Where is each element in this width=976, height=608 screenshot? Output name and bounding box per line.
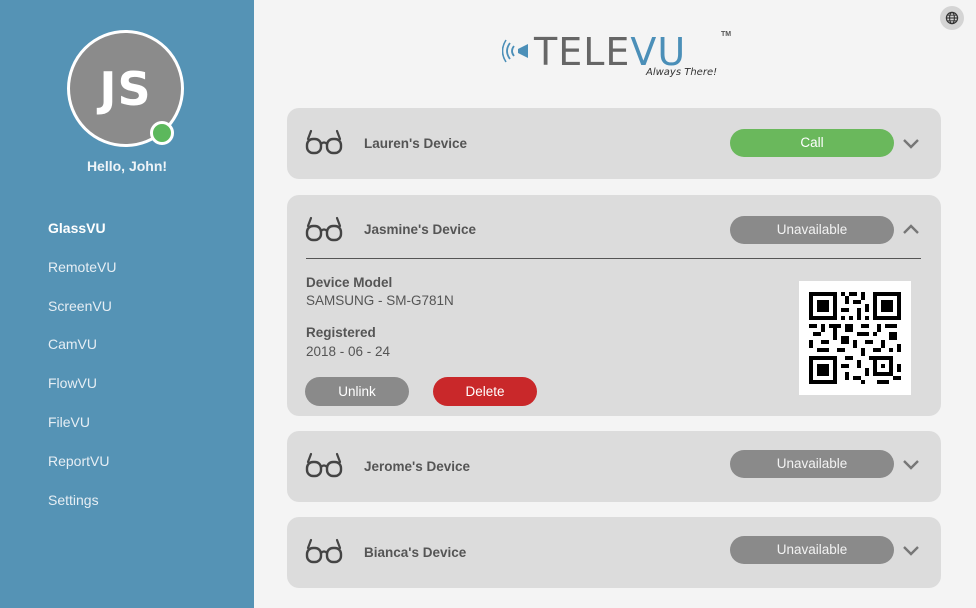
qr-code [799, 281, 911, 395]
device-card-header[interactable]: Jasmine's Device Unavailable [287, 195, 941, 266]
device-card: Bianca's Device Unavailable [287, 517, 941, 588]
device-name: Jerome's Device [364, 459, 471, 474]
device-card: Jerome's Device Unavailable [287, 431, 941, 502]
language-button[interactable] [940, 6, 964, 30]
sidebar-nav: GlassVU RemoteVU ScreenVU CamVU FlowVU F… [48, 219, 116, 529]
device-card-header[interactable]: Jerome's Device Unavailable [287, 431, 941, 502]
device-details: Device Model SAMSUNG - SM-G781N Register… [287, 258, 941, 421]
greeting-text: Hello, John! [86, 158, 168, 174]
call-button[interactable]: Call [730, 129, 894, 157]
device-card: Lauren's Device Call [287, 108, 941, 179]
glasses-icon [305, 216, 343, 242]
speaker-waves-icon [502, 39, 528, 63]
televu-logo: TELEVU TM Always There! [502, 30, 742, 82]
sidebar-item-settings[interactable]: Settings [48, 491, 116, 530]
logo-trademark: TM [721, 31, 732, 38]
logo-tagline: Always There! [646, 67, 718, 78]
avatar-initials: JS [99, 61, 152, 116]
unavailable-button[interactable]: Unavailable [730, 216, 894, 244]
glasses-icon [305, 452, 343, 478]
device-card-header[interactable]: Bianca's Device Unavailable [287, 517, 941, 588]
registered-label: Registered [306, 325, 376, 340]
sidebar-item-glassvu[interactable]: GlassVU [48, 219, 116, 258]
online-status-indicator [150, 121, 174, 145]
sidebar-item-screenvu[interactable]: ScreenVU [48, 297, 116, 336]
sidebar-item-remotevu[interactable]: RemoteVU [48, 258, 116, 297]
chevron-down-icon[interactable] [901, 455, 921, 475]
chevron-up-icon[interactable] [901, 219, 921, 239]
chevron-down-icon[interactable] [901, 541, 921, 561]
unlink-button[interactable]: Unlink [305, 377, 409, 406]
glasses-icon [305, 129, 343, 155]
sidebar-item-camvu[interactable]: CamVU [48, 335, 116, 374]
device-name: Lauren's Device [364, 136, 468, 151]
globe-icon [945, 11, 959, 25]
device-name: Bianca's Device [364, 545, 467, 560]
chevron-down-icon[interactable] [901, 134, 921, 154]
device-model-value: SAMSUNG - SM-G781N [306, 293, 454, 308]
delete-button[interactable]: Delete [433, 377, 537, 406]
registered-value: 2018 - 06 - 24 [306, 344, 391, 359]
device-model-label: Device Model [306, 275, 393, 290]
sidebar: JS Hello, John! GlassVU RemoteVU ScreenV… [0, 0, 254, 608]
logo-tele: TELE [534, 30, 631, 74]
divider [306, 258, 921, 259]
device-card-expanded: Jasmine's Device Unavailable Device Mode… [287, 195, 941, 416]
device-name: Jasmine's Device [364, 222, 477, 237]
device-card-header[interactable]: Lauren's Device Call [287, 108, 941, 179]
sidebar-item-filevu[interactable]: FileVU [48, 413, 116, 452]
sidebar-item-reportvu[interactable]: ReportVU [48, 452, 116, 491]
unavailable-button[interactable]: Unavailable [730, 536, 894, 564]
glasses-icon [305, 538, 343, 564]
sidebar-item-flowvu[interactable]: FlowVU [48, 374, 116, 413]
unavailable-button[interactable]: Unavailable [730, 450, 894, 478]
